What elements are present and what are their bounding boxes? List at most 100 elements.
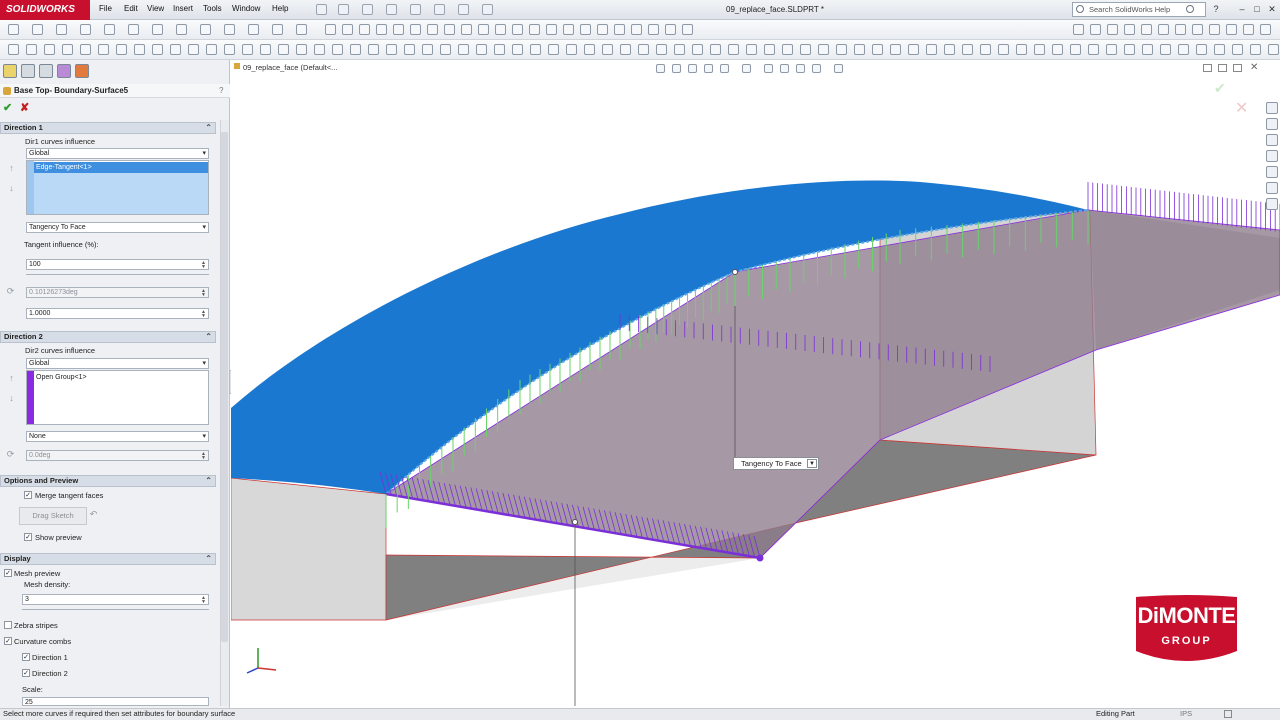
toolbar-button-icon[interactable] — [393, 24, 404, 35]
toolbar-button-icon[interactable] — [962, 44, 973, 55]
toolbar-button-icon[interactable] — [116, 44, 127, 55]
toolbar-button-icon[interactable] — [890, 44, 901, 55]
help-question-icon[interactable]: ? — [219, 86, 223, 95]
x-icon[interactable]: ✘ — [20, 101, 29, 114]
toolbar-button-icon[interactable] — [104, 24, 115, 35]
toolbar-button-icon[interactable] — [566, 44, 577, 55]
dir1-tangent-type-select[interactable]: Tangency To Face — [26, 222, 209, 233]
toolbar-button-icon[interactable] — [332, 44, 343, 55]
file-explorer-icon[interactable] — [1266, 134, 1278, 146]
drag-sketch-button[interactable]: Drag Sketch — [19, 507, 87, 525]
menu-help[interactable]: Help — [272, 4, 288, 13]
toolbar-button-icon[interactable] — [152, 44, 163, 55]
status-units[interactable]: IPS — [1180, 709, 1192, 718]
viewport-breadcrumb[interactable]: 09_replace_face (Default<... — [243, 63, 337, 72]
toolbar-button-icon[interactable] — [648, 24, 659, 35]
reverse-direction-icon[interactable]: ⟳ — [6, 287, 15, 296]
toolbar-button-icon[interactable] — [1124, 44, 1135, 55]
toolbar-button-icon[interactable] — [461, 24, 472, 35]
toolbar-button-icon[interactable] — [56, 24, 67, 35]
minimize-button[interactable]: – — [1236, 4, 1248, 15]
toolbar-button-icon[interactable] — [444, 24, 455, 35]
toolbar-button-icon[interactable] — [404, 44, 415, 55]
toolbar-button-icon[interactable] — [580, 24, 591, 35]
configuration-manager-tab[interactable] — [39, 64, 53, 78]
help-icon[interactable]: ? — [1210, 4, 1222, 15]
view-palette-icon[interactable] — [1266, 166, 1278, 178]
open-icon[interactable] — [338, 4, 349, 15]
toolbar-button-icon[interactable] — [1178, 44, 1189, 55]
toolbar-button-icon[interactable] — [1243, 24, 1254, 35]
toolbar-button-icon[interactable] — [1192, 24, 1203, 35]
tangent-length-input[interactable]: 1.0000 ▲ ▼ — [26, 308, 209, 319]
toolbar-button-icon[interactable] — [410, 24, 421, 35]
toolbar-button-icon[interactable] — [314, 44, 325, 55]
confirm-corner-check-icon[interactable]: ✔ — [1214, 80, 1226, 97]
view-tool-icon[interactable] — [780, 64, 789, 73]
spinner-icon[interactable]: ▲ ▼ — [200, 452, 207, 461]
dir2-list-item[interactable]: Open Group<1> — [36, 374, 87, 381]
toolbar-button-icon[interactable] — [80, 44, 91, 55]
display-header[interactable]: Display ⌃ — [0, 553, 216, 565]
toolbar-button-icon[interactable] — [422, 44, 433, 55]
mesh-density-input[interactable]: 3 ▲ ▼ — [22, 594, 209, 605]
toolbar-button-icon[interactable] — [631, 24, 642, 35]
move-up-icon[interactable]: ↑ — [7, 164, 16, 173]
graphics-area[interactable] — [231, 60, 1280, 708]
toolbar-button-icon[interactable] — [638, 44, 649, 55]
toolbar-button-icon[interactable] — [1250, 44, 1261, 55]
collapse-icon[interactable]: ⌃ — [205, 332, 212, 342]
toolbar-button-icon[interactable] — [818, 44, 829, 55]
viewport-split-icon[interactable] — [1218, 64, 1227, 72]
menu-file[interactable]: File — [99, 4, 112, 13]
toolbar-button-icon[interactable] — [1070, 44, 1081, 55]
toolbar-button-icon[interactable] — [176, 24, 187, 35]
view-tool-icon[interactable] — [704, 64, 713, 73]
dir1-list-item[interactable]: Edge-Tangent<1> — [34, 162, 208, 173]
zebra-checkbox[interactable] — [4, 621, 12, 629]
toolbar-button-icon[interactable] — [782, 44, 793, 55]
collapse-icon[interactable]: ⌃ — [205, 554, 212, 564]
toolbar-button-icon[interactable] — [1141, 24, 1152, 35]
panel-scrollbar-thumb[interactable] — [221, 132, 228, 642]
new-icon[interactable] — [316, 4, 327, 15]
toolbar-button-icon[interactable] — [296, 24, 307, 35]
toolbar-button-icon[interactable] — [170, 44, 181, 55]
toolbar-button-icon[interactable] — [665, 24, 676, 35]
toolbar-button-icon[interactable] — [563, 24, 574, 35]
toolbar-button-icon[interactable] — [152, 24, 163, 35]
toolbar-button-icon[interactable] — [908, 44, 919, 55]
menu-window[interactable]: Window — [232, 4, 260, 13]
toolbar-button-icon[interactable] — [80, 24, 91, 35]
toolbar-button-icon[interactable] — [674, 44, 685, 55]
close-button[interactable]: ✕ — [1266, 4, 1278, 15]
toolbar-button-icon[interactable] — [206, 44, 217, 55]
toolbar-button-icon[interactable] — [584, 44, 595, 55]
toolbar-button-icon[interactable] — [926, 44, 937, 55]
toolbar-button-icon[interactable] — [1160, 44, 1171, 55]
toolbar-button-icon[interactable] — [359, 24, 370, 35]
select-icon[interactable] — [434, 4, 445, 15]
toolbar-button-icon[interactable] — [376, 24, 387, 35]
toolbar-button-icon[interactable] — [1073, 24, 1084, 35]
view-tool-icon[interactable] — [812, 64, 821, 73]
reverse-direction-icon[interactable]: ⟳ — [6, 450, 15, 459]
mesh-density-slider[interactable] — [22, 606, 209, 610]
comb-direction1-checkbox[interactable]: ✓ — [22, 653, 30, 661]
toolbar-button-icon[interactable] — [26, 44, 37, 55]
toolbar-button-icon[interactable] — [342, 24, 353, 35]
view-tool-icon[interactable] — [764, 64, 773, 73]
toolbar-button-icon[interactable] — [260, 44, 271, 55]
appearances-icon[interactable] — [1266, 182, 1278, 194]
toolbar-button-icon[interactable] — [478, 24, 489, 35]
toolbar-button-icon[interactable] — [325, 24, 336, 35]
scale-input[interactable]: 25 — [22, 697, 209, 706]
spinner-icon[interactable]: ▲ ▼ — [200, 289, 207, 298]
toolbar-button-icon[interactable] — [1175, 24, 1186, 35]
dir2-tangent-type-select[interactable]: None — [26, 431, 209, 442]
view-tool-icon[interactable] — [688, 64, 697, 73]
chevron-down-icon[interactable]: ▼ — [807, 459, 817, 468]
toolbar-button-icon[interactable] — [614, 24, 625, 35]
toolbar-button-icon[interactable] — [1226, 24, 1237, 35]
resources-icon[interactable] — [1266, 102, 1278, 114]
